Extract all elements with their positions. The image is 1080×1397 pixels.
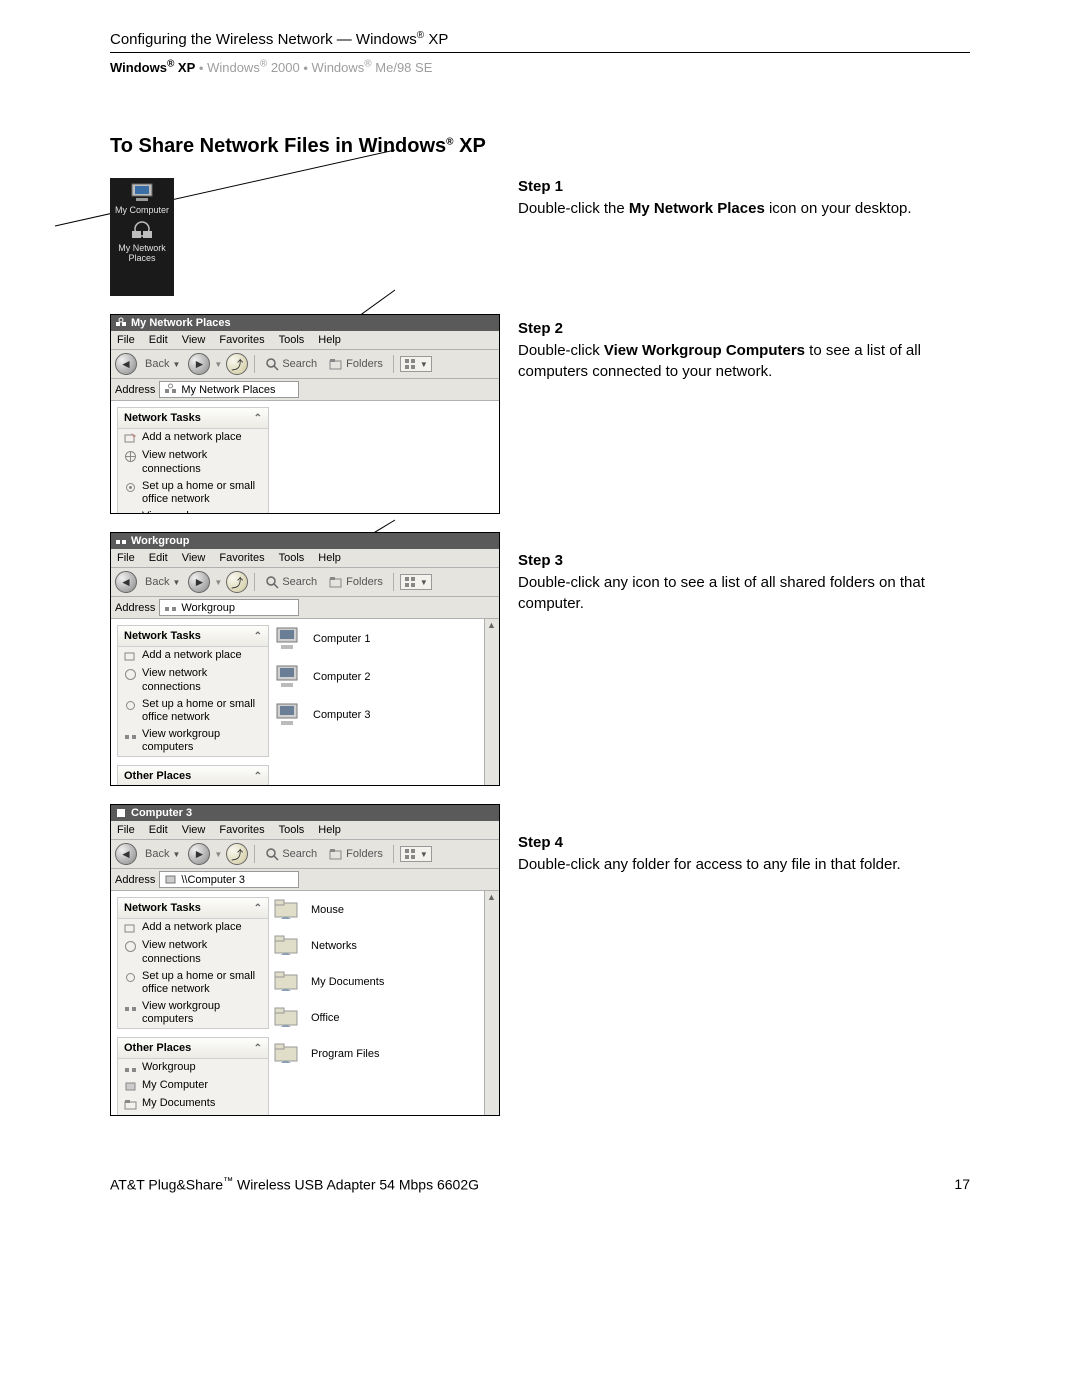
address-bar[interactable]: My Network Places — [159, 381, 299, 398]
screenshot-my-network-places-window: My Network Places File Edit View Favorit… — [110, 314, 500, 514]
views-button[interactable]: ▼ — [400, 574, 432, 590]
page-footer: AT&T Plug&Share™ Wireless USB Adapter 54… — [110, 1176, 970, 1193]
up-button[interactable]: ⤴ — [226, 353, 248, 375]
computer-3-icon[interactable]: Computer 3 — [273, 701, 480, 729]
screenshot-workgroup-window: Workgroup FileEditViewFavoritesToolsHelp… — [110, 532, 500, 786]
vertical-scrollbar[interactable] — [484, 619, 499, 786]
network-places-icon — [164, 383, 177, 396]
step-4-title: Step 4 — [518, 834, 970, 851]
back-label[interactable]: Back ▼ — [141, 357, 184, 371]
my-computer-desktop-icon[interactable]: My Computer — [112, 182, 172, 216]
shared-folder-program-files[interactable]: Program Files — [273, 1041, 480, 1067]
views-icon — [404, 358, 418, 370]
views-button[interactable]: ▼ — [400, 356, 432, 372]
computer-2-icon[interactable]: Computer 2 — [273, 663, 480, 691]
folders-icon — [329, 357, 343, 371]
menu-help[interactable]: Help — [318, 334, 341, 346]
os-selector-line: Windows® XP • Windows® 2000 • Windows® M… — [110, 59, 970, 75]
computer-icon — [273, 625, 305, 653]
search-button[interactable]: Search — [261, 574, 321, 590]
step-1-title: Step 1 — [518, 178, 970, 195]
forward-button[interactable]: ► — [188, 353, 210, 375]
address-bar[interactable]: Workgroup — [159, 599, 299, 616]
address-label: Address — [115, 384, 155, 396]
back-button[interactable]: ◄ — [115, 353, 137, 375]
shared-folder-office[interactable]: Office — [273, 1005, 480, 1031]
step-4-body: Double-click any folder for access to an… — [518, 855, 970, 875]
network-tasks-panel: Network Tasks ⌃ Add a network place View… — [117, 407, 269, 514]
search-icon — [265, 357, 279, 371]
vertical-scrollbar[interactable] — [484, 891, 499, 1116]
screenshot-desktop-icons: My Computer My NetworkPlaces — [110, 178, 174, 296]
screenshot-computer3-window: Computer 3 FileEditViewFavoritesToolsHel… — [110, 804, 500, 1116]
address-bar[interactable]: \\Computer 3 — [159, 871, 299, 888]
menu-tools[interactable]: Tools — [279, 334, 305, 346]
task-add-network-place[interactable]: Add a network place — [118, 429, 268, 447]
computer-1-icon[interactable]: Computer 1 — [273, 625, 480, 653]
menu-view[interactable]: View — [182, 334, 206, 346]
window-titlebar: My Network Places — [111, 315, 499, 331]
folders-button[interactable]: Folders — [325, 574, 387, 590]
step-3-body: Double-click any icon to see a list of a… — [518, 573, 970, 614]
task-view-workgroup-computers[interactable]: View workgroup computers — [118, 508, 268, 514]
step-2-body: Double-click View Workgroup Computers to… — [518, 341, 970, 382]
step-2-title: Step 2 — [518, 320, 970, 337]
window-menubar: File Edit View Favorites Tools Help — [111, 331, 499, 350]
forward-button[interactable]: ► — [188, 571, 210, 593]
task-setup-network[interactable]: Set up a home or small office network — [118, 478, 268, 508]
window-toolbar: ◄ Back ▼ ► ▼ ⤴ Search Folders — [111, 350, 499, 379]
step-3-title: Step 3 — [518, 552, 970, 569]
up-button[interactable]: ⤴ — [226, 571, 248, 593]
menu-favorites[interactable]: Favorites — [219, 334, 264, 346]
page-title: To Share Network Files in Windows® XP — [110, 135, 970, 158]
shared-folder-mouse[interactable]: Mouse — [273, 897, 480, 923]
shared-folder-networks[interactable]: Networks — [273, 933, 480, 959]
menu-file[interactable]: File — [117, 334, 135, 346]
search-button[interactable]: Search — [261, 356, 321, 372]
page-breadcrumb: Configuring the Wireless Network — Windo… — [110, 30, 970, 53]
folders-button[interactable]: Folders — [325, 356, 387, 372]
page-number: 17 — [954, 1176, 970, 1193]
task-view-network-connections[interactable]: View network connections — [118, 447, 268, 477]
back-button[interactable]: ◄ — [115, 571, 137, 593]
shared-folder-my-documents[interactable]: My Documents — [273, 969, 480, 995]
my-network-places-desktop-icon[interactable]: My NetworkPlaces — [112, 220, 172, 264]
menu-edit[interactable]: Edit — [149, 334, 168, 346]
shared-folder-icon — [273, 897, 303, 923]
step-1-body: Double-click the My Network Places icon … — [518, 199, 970, 219]
collapse-icon[interactable]: ⌃ — [254, 413, 262, 424]
